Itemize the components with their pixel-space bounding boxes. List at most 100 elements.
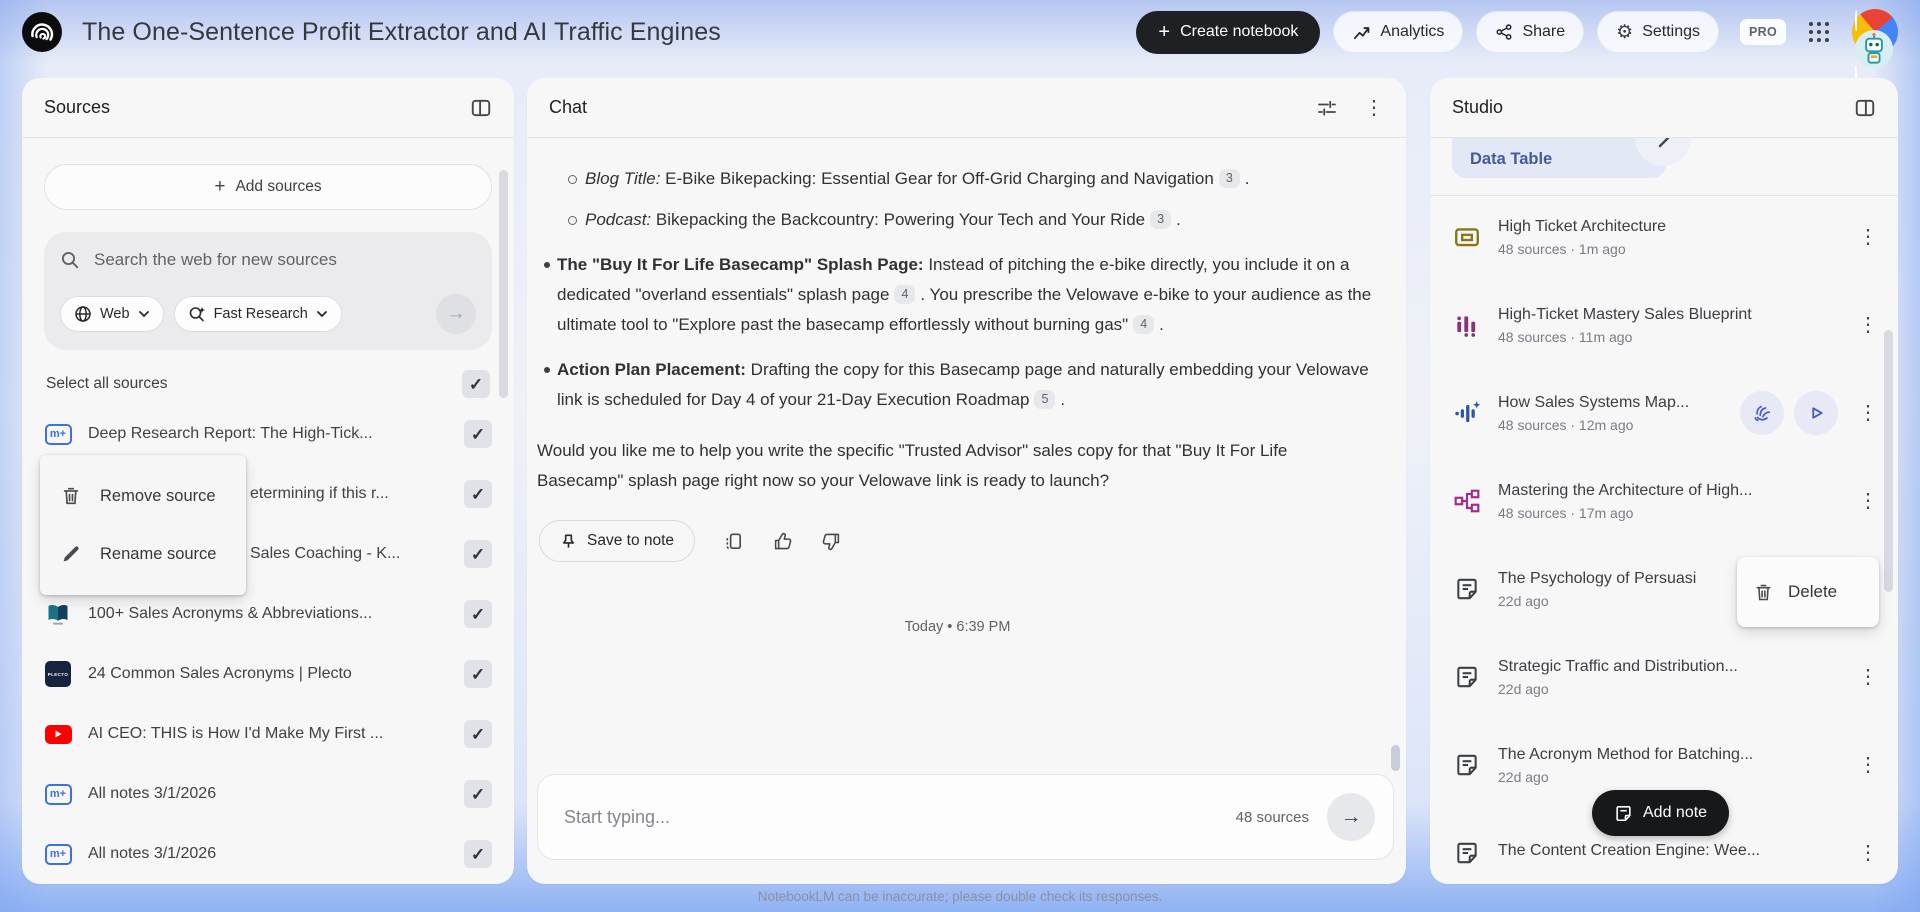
item-more-menu-icon[interactable]: ⋮	[1858, 755, 1878, 775]
analytics-button[interactable]: Analytics	[1333, 11, 1464, 53]
thumbs-up-icon[interactable]	[772, 531, 793, 552]
source-checkbox[interactable]: ✓	[464, 480, 492, 508]
source-checkbox[interactable]: ✓	[464, 780, 492, 808]
citation-badge[interactable]: 4	[894, 285, 916, 304]
interactive-mode-button[interactable]	[1740, 391, 1784, 435]
item-more-menu-icon[interactable]: ⋮	[1858, 491, 1878, 511]
checkmark-icon: ✓	[470, 784, 486, 804]
collapse-panel-icon[interactable]	[470, 97, 492, 119]
settings-button[interactable]: ⚙ Settings	[1597, 11, 1719, 53]
studio-item[interactable]: How Sales Systems Map... 48 sources · 12…	[1452, 390, 1878, 436]
checkmark-icon: ✓	[468, 374, 484, 394]
apps-grid-icon[interactable]	[1807, 20, 1831, 44]
source-title: All notes 3/1/2026	[88, 845, 217, 862]
youtube-icon	[44, 724, 72, 744]
studio-item[interactable]: The Content Creation Engine: Wee... ⋮	[1452, 830, 1878, 876]
source-checkbox[interactable]: ✓	[464, 660, 492, 688]
checkmark-icon: ✓	[470, 844, 486, 864]
search-web-input[interactable]	[94, 250, 476, 270]
data-table-label: Data Table	[1470, 150, 1553, 168]
notebooklm-logo-icon[interactable]	[22, 12, 62, 52]
audio-overview-icon	[1452, 399, 1482, 427]
source-checkbox[interactable]: ✓	[464, 720, 492, 748]
source-checkbox[interactable]: ✓	[464, 540, 492, 568]
plus-icon: +	[1158, 21, 1171, 43]
studio-item-title: High-Ticket Mastery Sales Blueprint	[1498, 305, 1752, 323]
citation-badge[interactable]: 3	[1218, 169, 1240, 188]
search-submit-button[interactable]: →	[436, 294, 476, 334]
sentence-period: .	[1060, 390, 1066, 409]
tune-settings-icon[interactable]	[1316, 97, 1338, 119]
expand-panel-icon[interactable]	[1854, 97, 1876, 119]
source-list-item[interactable]: m+ All notes 3/1/2026 ✓	[44, 824, 492, 884]
studio-item[interactable]: High Ticket Architecture 48 sources · 1m…	[1452, 214, 1878, 260]
citation-badge[interactable]: 3	[1150, 210, 1172, 229]
item-more-menu-icon[interactable]: ⋮	[1858, 667, 1878, 687]
create-notebook-button[interactable]: + Create notebook	[1136, 10, 1321, 54]
studio-item[interactable]: Strategic Traffic and Distribution... 22…	[1452, 654, 1878, 700]
source-list-item[interactable]: PLECTO 24 Common Sales Acronyms | Plecto…	[44, 644, 492, 704]
citation-badge[interactable]: 4	[1133, 315, 1155, 334]
note-icon	[1452, 664, 1482, 690]
source-title: All notes 3/1/2026	[88, 785, 217, 802]
share-label: Share	[1522, 23, 1566, 40]
studio-item[interactable]: High-Ticket Mastery Sales Blueprint 48 s…	[1452, 302, 1878, 348]
studio-item-text: Strategic Traffic and Distribution... 22…	[1498, 658, 1738, 697]
research-mode-dropdown[interactable]: Fast Research	[173, 296, 342, 332]
user-avatar[interactable]	[1852, 9, 1898, 87]
blog-title-text: E-Bike Bikepacking: Essential Gear for O…	[660, 169, 1214, 188]
action-plan-lead: Action Plan Placement:	[557, 360, 746, 379]
studio-item-text: High-Ticket Mastery Sales Blueprint 48 s…	[1498, 306, 1752, 345]
item-more-menu-icon[interactable]: ⋮	[1858, 403, 1878, 423]
studio-item-text: High Ticket Architecture 48 sources · 1m…	[1498, 218, 1666, 257]
source-checkbox[interactable]: ✓	[464, 600, 492, 628]
chat-more-menu-icon[interactable]: ⋮	[1364, 98, 1384, 118]
share-button[interactable]: Share	[1476, 11, 1585, 53]
chat-sub-bullet: Blog Title: E-Bike Bikepacking: Essentia…	[537, 164, 1378, 194]
studio-item[interactable]: The Acronym Method for Batching... 22d a…	[1452, 742, 1878, 788]
studio-item-text: How Sales Systems Map... 48 sources · 12…	[1498, 394, 1689, 433]
delete-label: Delete	[1788, 582, 1838, 601]
source-list-item[interactable]: m+ All notes 3/1/2026 ✓	[44, 764, 492, 824]
studio-item-title: The Acronym Method for Batching...	[1498, 745, 1754, 763]
source-context-menu: Remove source Rename source	[40, 455, 246, 595]
studio-panel-title: Studio	[1452, 97, 1504, 117]
source-checkbox[interactable]: ✓	[464, 840, 492, 868]
save-to-note-label: Save to note	[587, 532, 675, 549]
add-sources-button[interactable]: + Add sources	[44, 164, 492, 210]
source-checkbox[interactable]: ✓	[464, 420, 492, 448]
citation-badge[interactable]: 5	[1034, 390, 1056, 409]
studio-item[interactable]: Mastering the Architecture of High... 48…	[1452, 478, 1878, 524]
markdown-source-icon: m+	[44, 843, 72, 865]
play-button[interactable]	[1794, 391, 1838, 435]
notebook-title[interactable]: The One-Sentence Profit Extractor and AI…	[82, 18, 721, 47]
studio-scrollbar[interactable]	[1884, 330, 1893, 592]
note-icon	[1452, 840, 1482, 866]
trash-icon	[60, 485, 82, 507]
chat-panel-header: Chat ⋮	[527, 78, 1406, 138]
book-favicon-icon	[44, 601, 72, 627]
select-all-checkbox[interactable]: ✓	[462, 370, 490, 398]
edit-chip-button[interactable]	[1635, 138, 1691, 166]
add-note-button[interactable]: Add note	[1592, 790, 1730, 836]
web-filter-dropdown[interactable]: Web	[60, 296, 164, 332]
chat-scrollbar[interactable]	[1391, 745, 1400, 771]
source-list-item[interactable]: AI CEO: THIS is How I'd Make My First ..…	[44, 704, 492, 764]
data-table-chip[interactable]: Data Table	[1452, 138, 1666, 178]
send-message-button[interactable]: →	[1327, 793, 1375, 841]
item-more-menu-icon[interactable]: ⋮	[1858, 315, 1878, 335]
remove-source-label: Remove source	[100, 486, 216, 505]
sources-panel: Sources + Add sources Web	[22, 78, 514, 884]
item-more-menu-icon[interactable]: ⋮	[1858, 227, 1878, 247]
remove-source-menu-item[interactable]: Remove source	[40, 467, 246, 525]
delete-menu-item[interactable]: Delete	[1737, 557, 1879, 627]
studio-item-title: The Content Creation Engine: Wee...	[1498, 841, 1761, 859]
rename-source-menu-item[interactable]: Rename source	[40, 525, 246, 583]
save-to-note-button[interactable]: Save to note	[539, 520, 696, 562]
thumbs-down-icon[interactable]	[821, 531, 842, 552]
chat-input[interactable]	[564, 806, 1236, 828]
copy-icon[interactable]	[723, 531, 744, 552]
studio-chip-zone: Data Table	[1430, 138, 1898, 196]
item-more-menu-icon[interactable]: ⋮	[1858, 843, 1878, 863]
sources-scrollbar[interactable]	[499, 170, 508, 398]
